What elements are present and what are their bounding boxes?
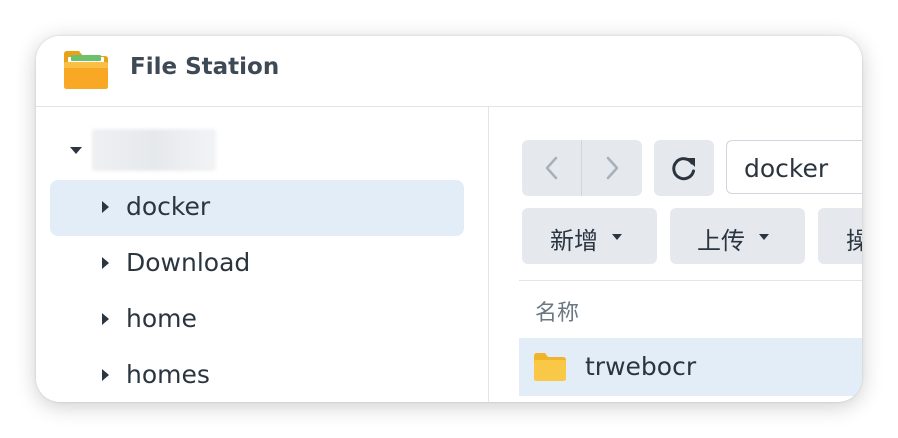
folder-icon: [534, 353, 566, 381]
sidebar-item-label: homes: [126, 360, 210, 389]
chevron-right-icon: [606, 156, 619, 180]
dropdown-arrow-icon: [759, 234, 769, 240]
refresh-icon: [672, 157, 695, 181]
sidebar-item-label: home: [126, 304, 197, 333]
forward-button[interactable]: [582, 140, 641, 196]
file-name: trwebocr: [585, 352, 697, 381]
refresh-button[interactable]: [654, 140, 714, 196]
sidebar-item-home[interactable]: home: [50, 292, 464, 348]
sidebar-item-docker[interactable]: docker: [50, 180, 464, 236]
action-button-label: 操: [846, 227, 862, 255]
name-column-header[interactable]: 名称: [535, 295, 579, 327]
tree-root-node[interactable]: [68, 129, 268, 173]
app-title: File Station: [130, 54, 280, 80]
folder-tree-sidebar: docker Download home homes: [36, 107, 489, 402]
sidebar-item-download[interactable]: Download: [50, 236, 464, 292]
create-button-label: 新增: [550, 227, 598, 255]
path-input[interactable]: docker: [726, 140, 862, 194]
caret-right-icon[interactable]: [102, 369, 109, 381]
tree-root-label: [92, 129, 216, 171]
upload-button[interactable]: 上传: [670, 208, 805, 264]
create-button[interactable]: 新增: [522, 208, 657, 264]
upload-button-label: 上传: [697, 227, 745, 255]
caret-right-icon[interactable]: [102, 257, 109, 269]
table-row[interactable]: trwebocr: [519, 338, 862, 396]
dropdown-arrow-icon: [612, 234, 622, 240]
path-input-value: docker: [744, 154, 829, 183]
caret-right-icon[interactable]: [102, 313, 109, 325]
list-header: 名称: [519, 280, 862, 339]
caret-right-icon[interactable]: [102, 201, 109, 213]
title-bar[interactable]: File Station: [36, 36, 862, 107]
history-nav-group: [522, 140, 642, 196]
folder-app-icon: [64, 51, 108, 89]
back-button[interactable]: [522, 140, 581, 196]
file-browser-main: docker 新增 上传 操 名称 trwebocr: [489, 107, 862, 402]
chevron-left-icon: [545, 156, 558, 180]
action-button[interactable]: 操: [818, 208, 862, 264]
sidebar-item-homes[interactable]: homes: [50, 348, 464, 402]
file-station-window: File Station docker Download home homes: [36, 36, 862, 402]
caret-down-icon[interactable]: [70, 147, 82, 154]
sidebar-item-label: Download: [126, 248, 251, 277]
sidebar-item-label: docker: [126, 192, 211, 221]
